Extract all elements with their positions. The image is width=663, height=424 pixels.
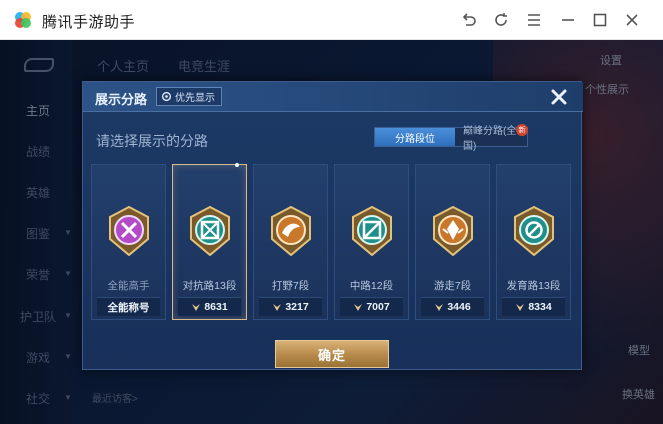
- lane-card-footer: 全能称号: [97, 297, 160, 316]
- lane-display-dialog: 展示分路 优先显示 请选择展示的分路 分路段位 巅峰分路(全国) 新 全能高手 …: [82, 81, 583, 370]
- rank-points-icon: [516, 303, 525, 311]
- selected-marker: [235, 163, 239, 167]
- back-button[interactable]: [457, 8, 481, 32]
- lane-card-footer: 8631: [178, 297, 241, 316]
- lane-card-footer: 3446: [421, 297, 484, 316]
- dialog-subtitle: 请选择展示的分路: [96, 133, 208, 149]
- dialog-close-button[interactable]: [545, 84, 573, 110]
- lane-card-footer: 8334: [502, 297, 565, 316]
- priority-display-button[interactable]: 优先显示: [156, 87, 222, 106]
- lane-card-jungle[interactable]: 打野7段 3217: [253, 164, 328, 320]
- undo-icon: [462, 13, 476, 26]
- lane-card-allround[interactable]: 全能高手 全能称号: [91, 164, 166, 320]
- minimize-button[interactable]: [556, 8, 580, 32]
- window-titlebar: 腾讯手游助手: [0, 0, 663, 40]
- close-icon: [551, 89, 567, 105]
- new-badge: 新: [516, 124, 528, 136]
- confirm-label: 确定: [317, 347, 346, 363]
- window-title: 腾讯手游助手: [42, 14, 136, 31]
- lane-card-name: 全能高手: [107, 280, 150, 292]
- lane-card-name: 发育路13段: [506, 280, 561, 292]
- lane-card-name: 游走7段: [433, 280, 472, 292]
- clash-lane-emblem-icon: [190, 205, 230, 257]
- lane-card-score: 3217: [285, 301, 309, 313]
- refresh-icon: [495, 13, 507, 26]
- lane-card-name: 中路12段: [349, 280, 394, 292]
- lane-card-mid[interactable]: 中路12段 7007: [334, 164, 409, 320]
- rank-points-icon: [435, 303, 444, 311]
- toggle-lane-rank[interactable]: 分路段位: [375, 128, 455, 146]
- app-logo-icon: [15, 12, 31, 28]
- allround-emblem-icon: [109, 205, 149, 257]
- menu-icon: [528, 14, 540, 26]
- mid-lane-emblem-icon: [352, 205, 392, 257]
- lane-card-farm[interactable]: 发育路13段 8334: [496, 164, 571, 320]
- roam-emblem-icon: [433, 205, 473, 257]
- game-viewport: 主页 战绩 英雄 图鉴 ▼ 荣誉 ▼ 护卫队 ▼ 游戏 ▼ 社交 ▼ 个人主页 …: [0, 40, 663, 424]
- lane-card-footer: 3217: [259, 297, 322, 316]
- maximize-button[interactable]: [588, 8, 612, 32]
- lane-card-name: 对抗路13段: [182, 280, 237, 292]
- gear-icon: [161, 91, 172, 102]
- farm-lane-emblem-icon: [514, 205, 554, 257]
- lane-card-footer: 7007: [340, 297, 403, 316]
- lane-card-score: 7007: [366, 301, 390, 313]
- jungle-emblem-icon: [271, 205, 311, 257]
- maximize-icon: [593, 13, 607, 27]
- lane-card-clash[interactable]: 对抗路13段 8631: [172, 163, 247, 320]
- close-icon: [626, 14, 638, 26]
- lane-card-score: 8334: [528, 301, 552, 313]
- menu-button[interactable]: [522, 8, 546, 32]
- lane-card-title: 全能称号: [107, 301, 150, 314]
- lane-card-score: 8631: [204, 301, 228, 313]
- rank-points-icon: [273, 303, 282, 311]
- dialog-header: 展示分路 优先显示: [83, 82, 583, 112]
- refresh-button[interactable]: [489, 8, 513, 32]
- rank-points-icon: [192, 303, 201, 311]
- priority-display-label: 优先显示: [175, 93, 215, 104]
- lane-card-score: 3446: [447, 301, 471, 313]
- confirm-button[interactable]: 确定: [275, 340, 389, 368]
- minimize-icon: [562, 19, 574, 21]
- dialog-title: 展示分路: [95, 92, 148, 107]
- rank-points-icon: [354, 303, 363, 311]
- close-window-button[interactable]: [620, 8, 644, 32]
- lane-source-toggle: 分路段位 巅峰分路(全国) 新: [374, 124, 528, 152]
- lane-card-roam[interactable]: 游走7段 3446: [415, 164, 490, 320]
- lane-card-name: 打野7段: [271, 280, 310, 292]
